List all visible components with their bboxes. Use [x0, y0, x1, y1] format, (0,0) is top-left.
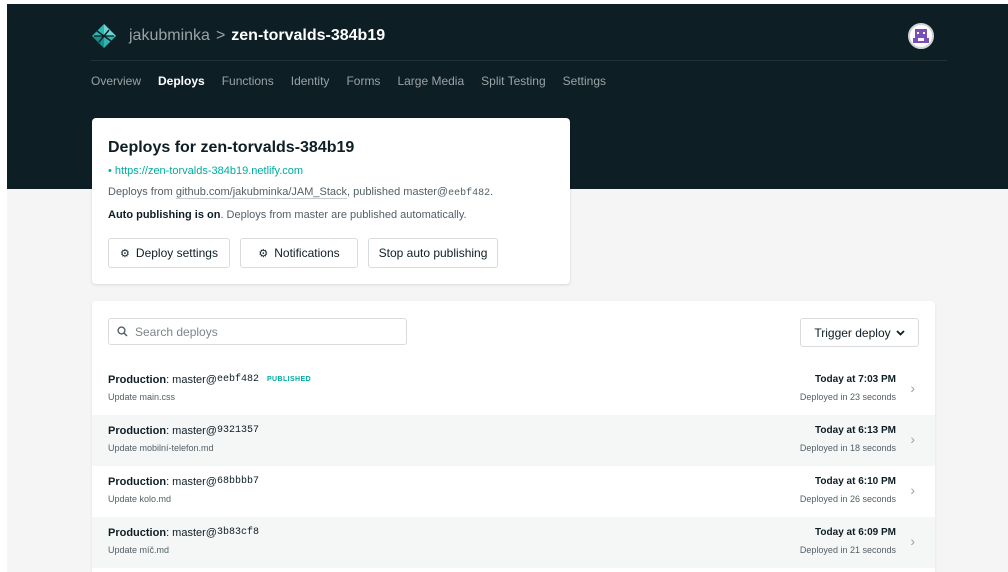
summary-title: Deploys for zen-torvalds-384b19: [108, 139, 355, 156]
deploy-branch: : master@: [166, 527, 217, 539]
auto-publish-detail: . Deploys from master are published auto…: [220, 209, 467, 221]
tab-functions[interactable]: Functions: [222, 73, 274, 89]
stop-auto-publishing-button[interactable]: Stop auto publishing: [368, 238, 498, 268]
deploy-title: Production: master@ 9321357: [108, 424, 259, 438]
deploy-sha: 3b83cf8: [216, 527, 259, 538]
gear-icon: ⚙: [120, 247, 130, 260]
tab-deploys[interactable]: Deploys: [158, 73, 205, 89]
deploy-duration: Deployed in 23 seconds: [799, 392, 896, 402]
deploy-source-suffix: .: [490, 186, 494, 198]
tab-settings[interactable]: Settings: [563, 73, 606, 89]
breadcrumb-separator: >: [215, 27, 226, 44]
search-icon: [117, 326, 128, 337]
deploy-settings-button[interactable]: ⚙ Deploy settings: [108, 238, 230, 268]
deploy-settings-label: Deploy settings: [135, 246, 218, 260]
chevron-down-icon: [895, 329, 905, 336]
deploy-source-middle: , published master@: [347, 186, 449, 198]
deploy-time: Today at 6:10 PM: [815, 476, 896, 487]
stop-auto-publishing-label: Stop auto publishing: [378, 246, 488, 260]
breadcrumb-site[interactable]: zen-torvalds-384b19: [231, 27, 385, 44]
deploy-message: Update mobilní-telefon.md: [108, 443, 214, 453]
deploy-sha: 9321357: [216, 425, 259, 436]
deploy-duration: Deployed in 18 seconds: [799, 443, 896, 453]
deploy-time: Today at 7:03 PM: [815, 374, 896, 385]
deploy-time: Today at 6:13 PM: [815, 425, 896, 436]
site-url-link[interactable]: • https://zen-torvalds-384b19.netlify.co…: [108, 164, 303, 178]
header-divider: [91, 60, 947, 61]
deploy-context: Production: [108, 425, 167, 437]
published-sha[interactable]: eebf482: [448, 188, 490, 199]
repo-link[interactable]: github.com/jakubminka/JAM_Stack: [175, 186, 348, 199]
site-nav: Overview Deploys Functions Identity Form…: [91, 73, 606, 89]
search-placeholder: Search deploys: [135, 324, 218, 339]
deploy-row[interactable]: Production: master@ eebf482 PUBLISHED Upda…: [92, 364, 935, 415]
deploy-context: Production: [108, 527, 167, 539]
deploy-time: Today at 6:09 PM: [815, 527, 896, 538]
deploy-title: Production: master@ 68bbbb7: [108, 475, 259, 489]
deploy-title: Production: master@ 3b83cf8: [108, 526, 259, 540]
deploy-summary-card: Deploys for zen-torvalds-384b19 • https:…: [92, 118, 570, 284]
deploy-message: Update míč.md: [108, 545, 170, 555]
chevron-right-icon: ›: [910, 533, 915, 549]
deploy-duration: Deployed in 21 seconds: [799, 545, 896, 555]
deploy-context: Production: [108, 476, 167, 488]
breadcrumb: jakubminka > zen-torvalds-384b19: [129, 26, 385, 46]
deploy-title: Production: master@ eebf482 PUBLISHED: [108, 373, 311, 387]
search-input[interactable]: Search deploys: [108, 318, 407, 345]
trigger-deploy-label: Trigger deploy: [814, 325, 891, 340]
chevron-right-icon: ›: [910, 482, 915, 498]
trigger-deploy-button[interactable]: Trigger deploy: [800, 318, 919, 347]
deploy-duration: Deployed in 26 seconds: [799, 494, 896, 504]
deploy-row[interactable]: Production: master@ 68bbbb7 Update kolo.m…: [92, 466, 935, 517]
netlify-logo-icon[interactable]: [91, 23, 117, 49]
deploy-message: Update kolo.md: [108, 494, 172, 504]
breadcrumb-team[interactable]: jakubminka: [129, 27, 210, 44]
deploy-message: Update main.css: [108, 392, 176, 402]
published-badge: PUBLISHED: [266, 376, 312, 383]
deploy-row[interactable]: Production: master@ 3b83cf8 Update míč.md…: [92, 517, 935, 568]
deploy-row[interactable]: Production: master@ 9321357 Update mobiln…: [92, 415, 935, 466]
site-url-text[interactable]: https://zen-torvalds-384b19.netlify.com: [115, 165, 303, 177]
user-avatar-icon[interactable]: [908, 23, 934, 49]
deploy-branch: : master@: [166, 476, 217, 488]
tab-overview[interactable]: Overview: [91, 73, 141, 89]
deploy-branch: : master@: [166, 425, 217, 437]
tab-split-testing[interactable]: Split Testing: [481, 73, 545, 89]
tab-forms[interactable]: Forms: [346, 73, 380, 89]
deploy-list-panel: Search deploys Trigger deploy Production…: [92, 301, 935, 572]
deploy-sha: 68bbbb7: [216, 476, 259, 487]
page: jakubminka > zen-torvalds-384b19 Overview …: [7, 4, 1008, 572]
auto-publish-text: Auto publishing is on. Deploys from mast…: [108, 208, 467, 222]
notifications-button[interactable]: ⚙ Notifications: [240, 238, 358, 268]
deploy-context: Production: [108, 374, 167, 386]
deploy-source-text: Deploys from github.com/jakubminka/JAM_S…: [108, 185, 493, 201]
deploy-branch: : master@: [166, 374, 217, 386]
gear-icon: ⚙: [258, 247, 269, 260]
tab-identity[interactable]: Identity: [291, 73, 330, 89]
auto-publish-status: Auto publishing is on: [108, 209, 221, 221]
deploy-sha: eebf482: [216, 374, 259, 385]
deploy-source-prefix: Deploys from: [108, 186, 176, 198]
chevron-right-icon: ›: [910, 380, 915, 396]
chevron-right-icon: ›: [910, 431, 915, 447]
notifications-label: Notifications: [274, 246, 340, 260]
tab-large-media[interactable]: Large Media: [397, 73, 464, 89]
